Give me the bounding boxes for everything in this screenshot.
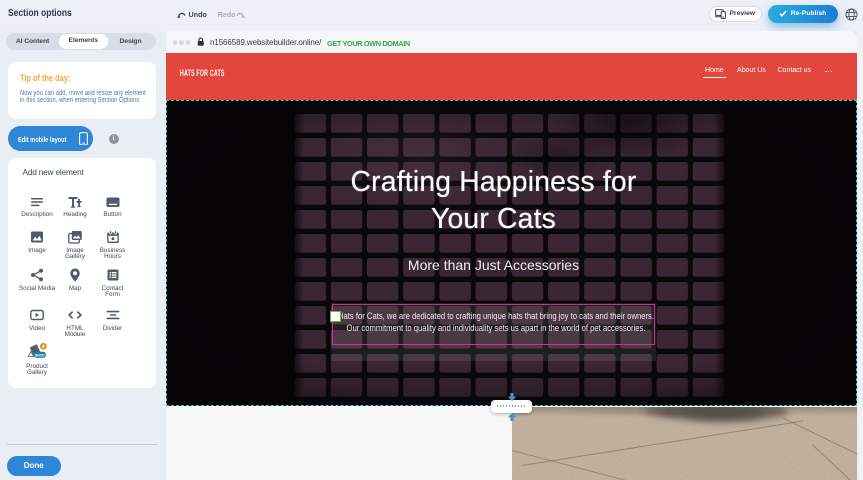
svg-text:SHOP: SHOP — [35, 353, 46, 357]
